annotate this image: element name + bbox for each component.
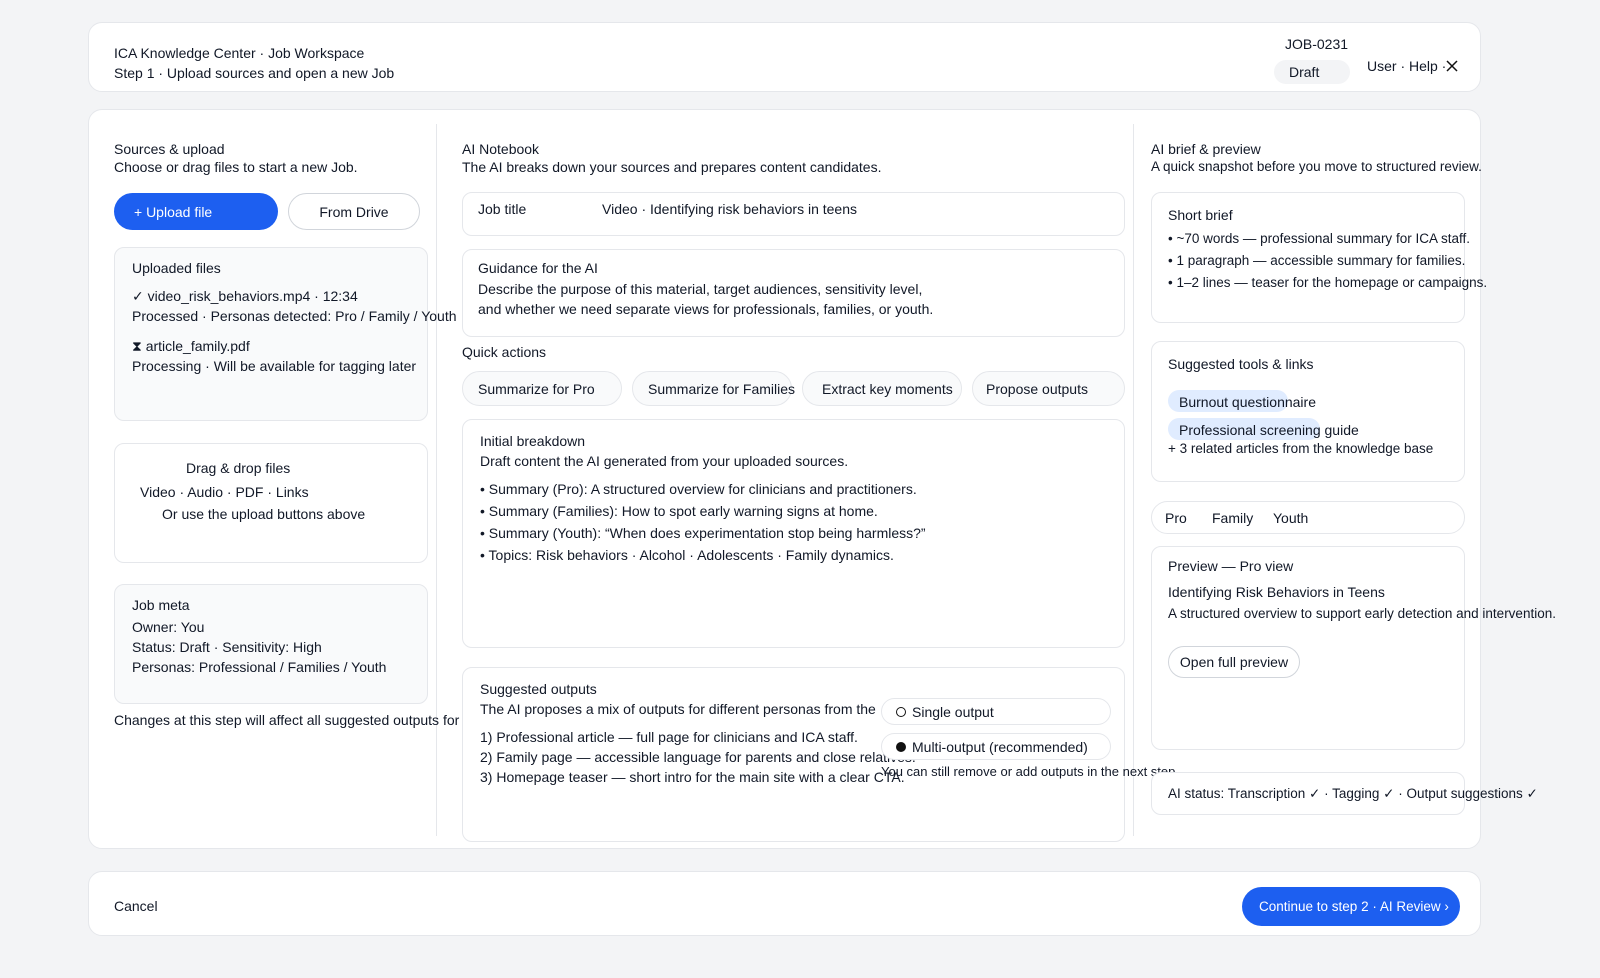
step-title: Step 1 · Upload sources and open a new J… [114,65,395,81]
tools-title: Suggested tools & links [1168,356,1314,372]
job-meta-status: Status: Draft · Sensitivity: High [132,639,322,655]
suggested-outputs-panel: Suggested outputs The AI proposes a mix … [462,667,1179,842]
sources-footnote: Changes at this step will affect all sug… [114,712,460,728]
close-icon[interactable] [1445,58,1459,74]
brief-subtitle: A quick snapshot before you move to stru… [1151,159,1482,174]
quick-action-summarize-families[interactable]: Summarize for Families [632,371,795,406]
job-title-label: Job title [478,201,527,217]
short-brief-item: • ~70 words — professional summary for I… [1168,231,1470,246]
guidance-text: Describe the purpose of this material, t… [478,281,923,297]
cancel-button[interactable]: Cancel [114,898,158,914]
short-brief-item: • 1–2 lines — teaser for the homepage or… [1168,275,1488,290]
drop-zone[interactable]: Drag & drop files Video · Audio · PDF · … [114,443,428,563]
tab-pro[interactable]: Pro [1165,510,1187,526]
preview-panel: Preview — Pro view Identifying Risk Beha… [1151,546,1556,750]
short-brief-panel: Short brief • ~70 words — professional s… [1151,192,1487,323]
multi-output-label: Multi-output (recommended) [912,738,1088,755]
guidance-title: Guidance for the AI [478,260,598,276]
drop-zone-hint: Or use the upload buttons above [162,506,366,522]
job-title-field[interactable]: Job title Video · Identifying risk behav… [462,192,1125,236]
breakdown-item: • Summary (Pro): A structured overview f… [480,481,917,497]
breakdown-item: • Topics: Risk behaviors · Alcohol · Ado… [480,547,894,563]
output-item: 2) Family page — accessible language for… [480,749,916,765]
uploaded-files-panel: Uploaded files ✓ video_risk_behaviors.mp… [114,247,457,421]
sources-subtitle: Choose or drag files to start a new Job. [114,159,358,175]
preview-title: Preview — Pro view [1168,558,1294,574]
breakdown-item: • Summary (Families): How to spot early … [480,503,878,519]
job-title-value: Video · Identifying risk behaviors in te… [602,201,857,217]
drop-zone-types: Video · Audio · PDF · Links [140,484,309,500]
ai-status-text: AI status: Transcription ✓ · Tagging ✓ ·… [1168,786,1538,801]
from-drive-button[interactable]: From Drive [288,193,420,230]
guidance-field[interactable]: Guidance for the AI Describe the purpose… [462,249,1125,337]
job-id: JOB-0231 [1285,36,1349,52]
breakdown-title: Initial breakdown [480,433,586,449]
main-card: Sources & upload Choose or drag files to… [88,109,1556,849]
header-card: ICA Knowledge Center · Job Workspace Ste… [88,22,1481,92]
preview-text: A structured overview to support early d… [1168,606,1556,621]
radio-checked-icon [896,741,906,752]
file-status: Processing · Will be available for taggi… [132,358,417,374]
quick-actions-title: Quick actions [462,344,547,360]
file-status: Processed · Personas detected: Pro / Fam… [132,308,457,324]
drop-zone-title: Drag & drop files [186,460,291,476]
output-item: 3) Homepage teaser — short intro for the… [480,769,905,785]
user-help-links[interactable]: User · Help · [1367,58,1446,74]
open-full-preview-button[interactable]: Open full preview [1168,646,1300,678]
tool-link[interactable]: Professional screening guide [1179,422,1359,438]
tools-panel: Suggested tools & links Burnout question… [1151,341,1465,482]
quick-action-extract-moments[interactable]: Extract key moments [802,371,962,406]
continue-button[interactable]: Continue to step 2 · AI Review › [1242,887,1460,926]
notebook-subtitle: The AI breaks down your sources and prep… [462,159,882,175]
quick-action-summarize-pro[interactable]: Summarize for Pro [462,371,622,406]
footer-card: Cancel Continue to step 2 · AI Review › [88,871,1481,936]
outputs-title: Suggested outputs [480,681,597,697]
tools-more[interactable]: + 3 related articles from the knowledge … [1168,441,1433,456]
tab-family[interactable]: Family [1212,510,1253,526]
column-divider [1133,124,1134,836]
notebook-title: AI Notebook [462,141,540,157]
single-output-label: Single output [912,703,994,720]
outputs-subtitle: The AI proposes a mix of outputs for dif… [480,701,876,717]
initial-breakdown-panel: Initial breakdown Draft content the AI g… [462,419,1125,648]
outputs-note: You can still remove or add outputs in t… [881,764,1179,779]
tool-link[interactable]: Burnout questionnaire [1179,394,1316,410]
job-meta-title: Job meta [132,597,190,613]
quick-action-propose-outputs[interactable]: Propose outputs [972,371,1125,406]
short-brief-item: • 1 paragraph — accessible summary for f… [1168,253,1466,268]
file-name[interactable]: ✓ video_risk_behaviors.mp4 · 12:34 [132,288,358,305]
column-divider [436,124,437,836]
job-meta-owner: Owner: You [132,619,205,635]
app-title: ICA Knowledge Center · Job Workspace [114,45,365,61]
brief-title: AI brief & preview [1151,141,1261,157]
tab-youth[interactable]: Youth [1273,510,1308,526]
guidance-text: and whether we need separate views for p… [478,301,934,317]
ai-status-bar: AI status: Transcription ✓ · Tagging ✓ ·… [1151,772,1538,815]
persona-tabs: Pro Family Youth [1151,501,1465,534]
sources-title: Sources & upload [114,141,225,157]
multi-output-option[interactable]: Multi-output (recommended) [881,733,1111,760]
breakdown-subtitle: Draft content the AI generated from your… [480,453,849,469]
single-output-option[interactable]: Single output [881,698,1111,725]
status-badge: Draft [1274,60,1350,84]
breakdown-item: • Summary (Youth): “When does experiment… [480,525,926,541]
short-brief-title: Short brief [1168,207,1233,223]
preview-heading: Identifying Risk Behaviors in Teens [1168,584,1385,600]
output-item: 1) Professional article — full page for … [480,729,858,745]
job-meta-personas: Personas: Professional / Families / Yout… [132,659,387,675]
job-meta-panel: Job meta Owner: You Status: Draft · Sens… [114,584,428,704]
uploaded-files-title: Uploaded files [132,260,221,276]
file-name[interactable]: ⧗ article_family.pdf [132,338,250,355]
radio-unchecked-icon [896,706,906,717]
upload-file-button[interactable]: + Upload file [114,193,278,230]
